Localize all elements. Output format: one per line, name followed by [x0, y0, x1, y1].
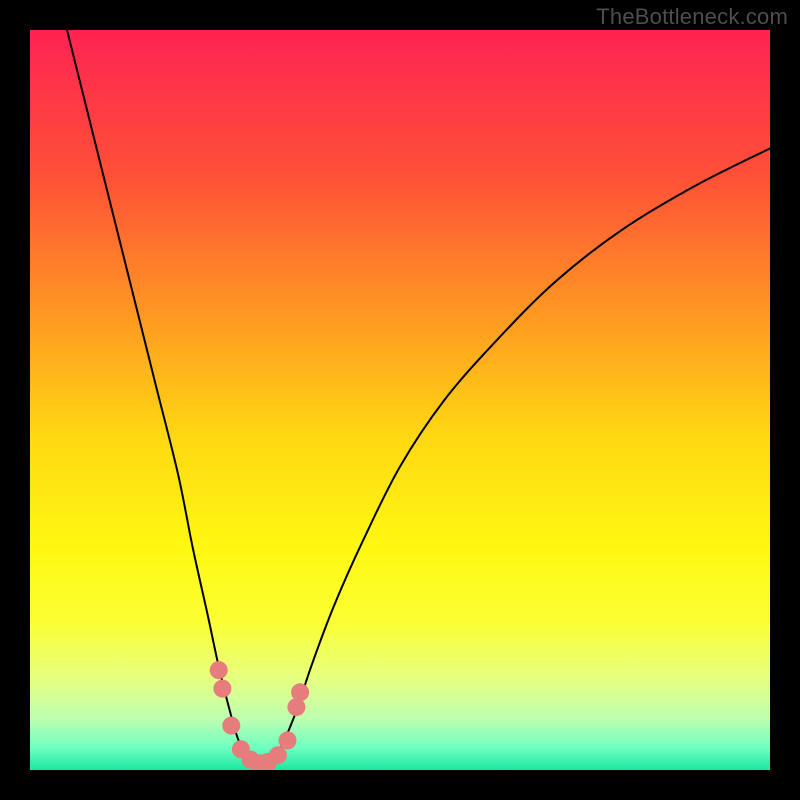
- marker-dot: [279, 731, 297, 749]
- watermark-text: TheBottleneck.com: [596, 4, 788, 30]
- marker-dot: [222, 717, 240, 735]
- marker-dot: [291, 683, 309, 701]
- marker-dot: [269, 746, 287, 764]
- chart-background: [30, 30, 770, 770]
- chart-frame: TheBottleneck.com: [0, 0, 800, 800]
- plot-area: [30, 30, 770, 770]
- chart-svg: [30, 30, 770, 770]
- marker-dot: [213, 680, 231, 698]
- marker-dot: [210, 661, 228, 679]
